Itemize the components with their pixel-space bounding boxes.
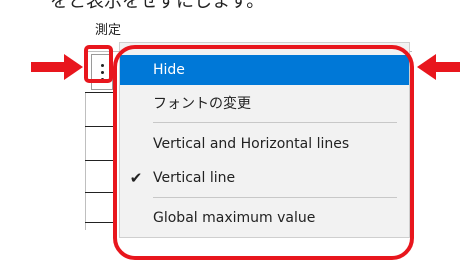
table-row[interactable] — [85, 92, 113, 93]
right-pointing-arrow-icon — [31, 54, 83, 80]
table-row[interactable] — [85, 192, 113, 193]
list-rows — [85, 92, 113, 230]
table-row[interactable] — [85, 222, 113, 223]
table-row[interactable] — [85, 126, 113, 127]
panel-title: 測定 — [95, 23, 122, 38]
menu-highlight-box — [113, 45, 414, 260]
table-row[interactable] — [85, 160, 113, 161]
left-pointing-arrow-icon — [417, 54, 460, 80]
kebab-highlight-box — [84, 45, 113, 83]
